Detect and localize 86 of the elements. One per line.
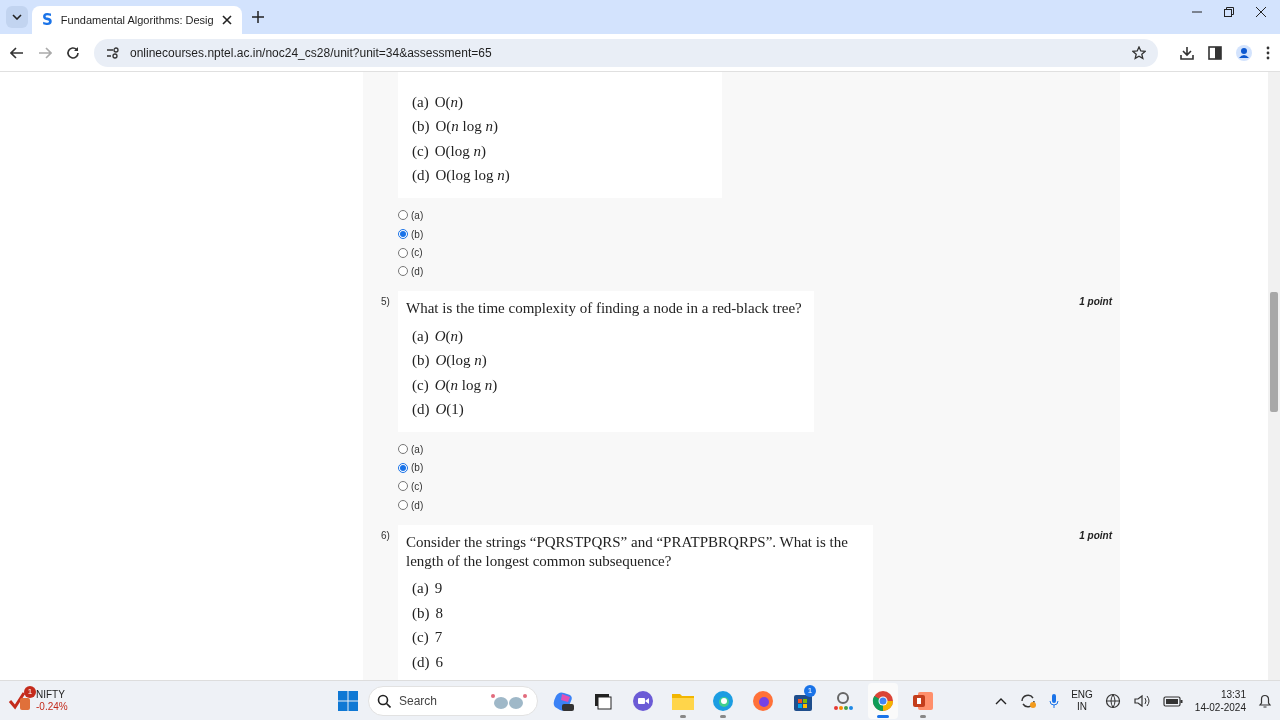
- option-label: (b): [412, 604, 430, 622]
- radio-label: (d): [411, 265, 424, 277]
- address-bar[interactable]: onlinecourses.nptel.ac.in/noc24_cs28/unit?unit=34&assessment=65: [94, 38, 1158, 67]
- option-text: O(log log n): [435, 167, 510, 185]
- option-label: (a): [412, 327, 429, 345]
- radio-label: (d): [411, 499, 424, 511]
- option-label: (a): [412, 580, 429, 598]
- option-text: O(n): [434, 327, 463, 345]
- radio-label: (b): [411, 462, 424, 474]
- option-label: (d): [412, 653, 430, 671]
- option-text: O(n log n): [434, 376, 498, 394]
- option-text: O(log n): [434, 142, 486, 160]
- notification-badge: 1: [24, 685, 36, 698]
- radio-label: (a): [411, 443, 424, 455]
- tab-title: Fundamental Algorithms: Desig: [60, 14, 214, 26]
- option-label: (c): [412, 629, 429, 647]
- question-number: 5): [381, 294, 390, 307]
- reload-icon[interactable]: [66, 45, 80, 60]
- chrome-browser-icon[interactable]: [872, 689, 894, 712]
- new-tab-icon[interactable]: [251, 11, 264, 23]
- radio-button[interactable]: [398, 247, 408, 258]
- question-text: Consider the strings “PQRSTPQRS” and “PRATPBRQRPS”. What is the length of the longest common subsequence?: [406, 532, 849, 571]
- menu-icon[interactable]: [1266, 45, 1270, 60]
- radio-label: (a): [411, 209, 424, 221]
- browser-tab[interactable]: S Fundamental Algorithms: Desig: [32, 6, 242, 34]
- option-text: 7: [434, 629, 443, 647]
- widget-title: NIFTY: [36, 688, 66, 701]
- option-label: (b): [412, 352, 430, 369]
- question-text: What is the time complexity of finding a node in a red-black tree?: [406, 298, 802, 318]
- side-panel-icon[interactable]: [1208, 45, 1222, 60]
- option-text: 6: [435, 653, 443, 671]
- radio-button[interactable]: [398, 444, 408, 455]
- option-label: (d): [412, 401, 430, 418]
- tab-list-button[interactable]: [6, 6, 28, 28]
- option-label: (b): [412, 118, 430, 136]
- option-text: O(n): [434, 93, 463, 111]
- radio-button[interactable]: [398, 462, 408, 473]
- back-arrow-icon[interactable]: [10, 46, 24, 59]
- shopping-app-icon[interactable]: [832, 689, 854, 712]
- presentation-app-icon[interactable]: [912, 689, 934, 712]
- language-indicator[interactable]: ENG IN: [1071, 688, 1093, 713]
- clock[interactable]: 13:31 14-02-2024: [1194, 687, 1246, 714]
- task-view-icon[interactable]: [593, 691, 613, 710]
- globe-icon[interactable]: [1104, 692, 1121, 709]
- radio-button[interactable]: [398, 500, 408, 511]
- search-icon: [377, 693, 391, 708]
- restore-icon[interactable]: [1224, 7, 1234, 17]
- scrollbar[interactable]: [1268, 72, 1280, 680]
- search-field[interactable]: Search: [368, 685, 538, 716]
- radio-button[interactable]: [398, 481, 408, 492]
- option-text: O(n log n): [435, 118, 498, 136]
- radio-button[interactable]: [398, 229, 408, 240]
- start-icon[interactable]: [338, 690, 358, 711]
- site-favicon: S: [42, 11, 53, 29]
- points-label: 1 point: [1079, 528, 1112, 541]
- option-text: 9: [434, 580, 443, 598]
- option-text: O(log n): [435, 352, 487, 369]
- option-text: O(1): [435, 401, 464, 418]
- site-info-icon[interactable]: [106, 46, 120, 59]
- radio-button[interactable]: [398, 266, 408, 277]
- microphone-icon[interactable]: [1049, 692, 1060, 709]
- question-number: 6): [381, 528, 390, 541]
- speaker-icon[interactable]: [1132, 692, 1151, 709]
- option-label: (a): [412, 93, 429, 111]
- caret-up-icon[interactable]: [995, 696, 1008, 705]
- radio-button[interactable]: [398, 210, 408, 221]
- profile-avatar-icon[interactable]: [1236, 44, 1252, 61]
- download-icon[interactable]: [1180, 45, 1194, 60]
- radio-label: (c): [411, 247, 423, 259]
- bell-icon[interactable]: [1258, 692, 1272, 709]
- points-label: 1 point: [1079, 294, 1112, 307]
- url-text: onlinecourses.nptel.ac.in/noc24_cs28/unit?unit=34&assessment=65: [130, 45, 493, 60]
- notification-badge: 1: [804, 684, 816, 697]
- battery-icon[interactable]: [1162, 693, 1183, 708]
- video-chat-icon[interactable]: [632, 689, 654, 712]
- option-label: (d): [412, 167, 430, 185]
- caret-icon: [12, 14, 22, 20]
- close-icon[interactable]: [1256, 7, 1266, 17]
- option-label: (c): [412, 142, 429, 160]
- radio-label: (b): [411, 228, 424, 240]
- star-icon[interactable]: [1132, 45, 1146, 60]
- widget-change: -0.24%: [36, 700, 68, 713]
- radio-label: (c): [411, 480, 423, 492]
- option-label: (c): [412, 376, 429, 394]
- close-icon[interactable]: [221, 15, 232, 25]
- option-text: 8: [435, 604, 443, 622]
